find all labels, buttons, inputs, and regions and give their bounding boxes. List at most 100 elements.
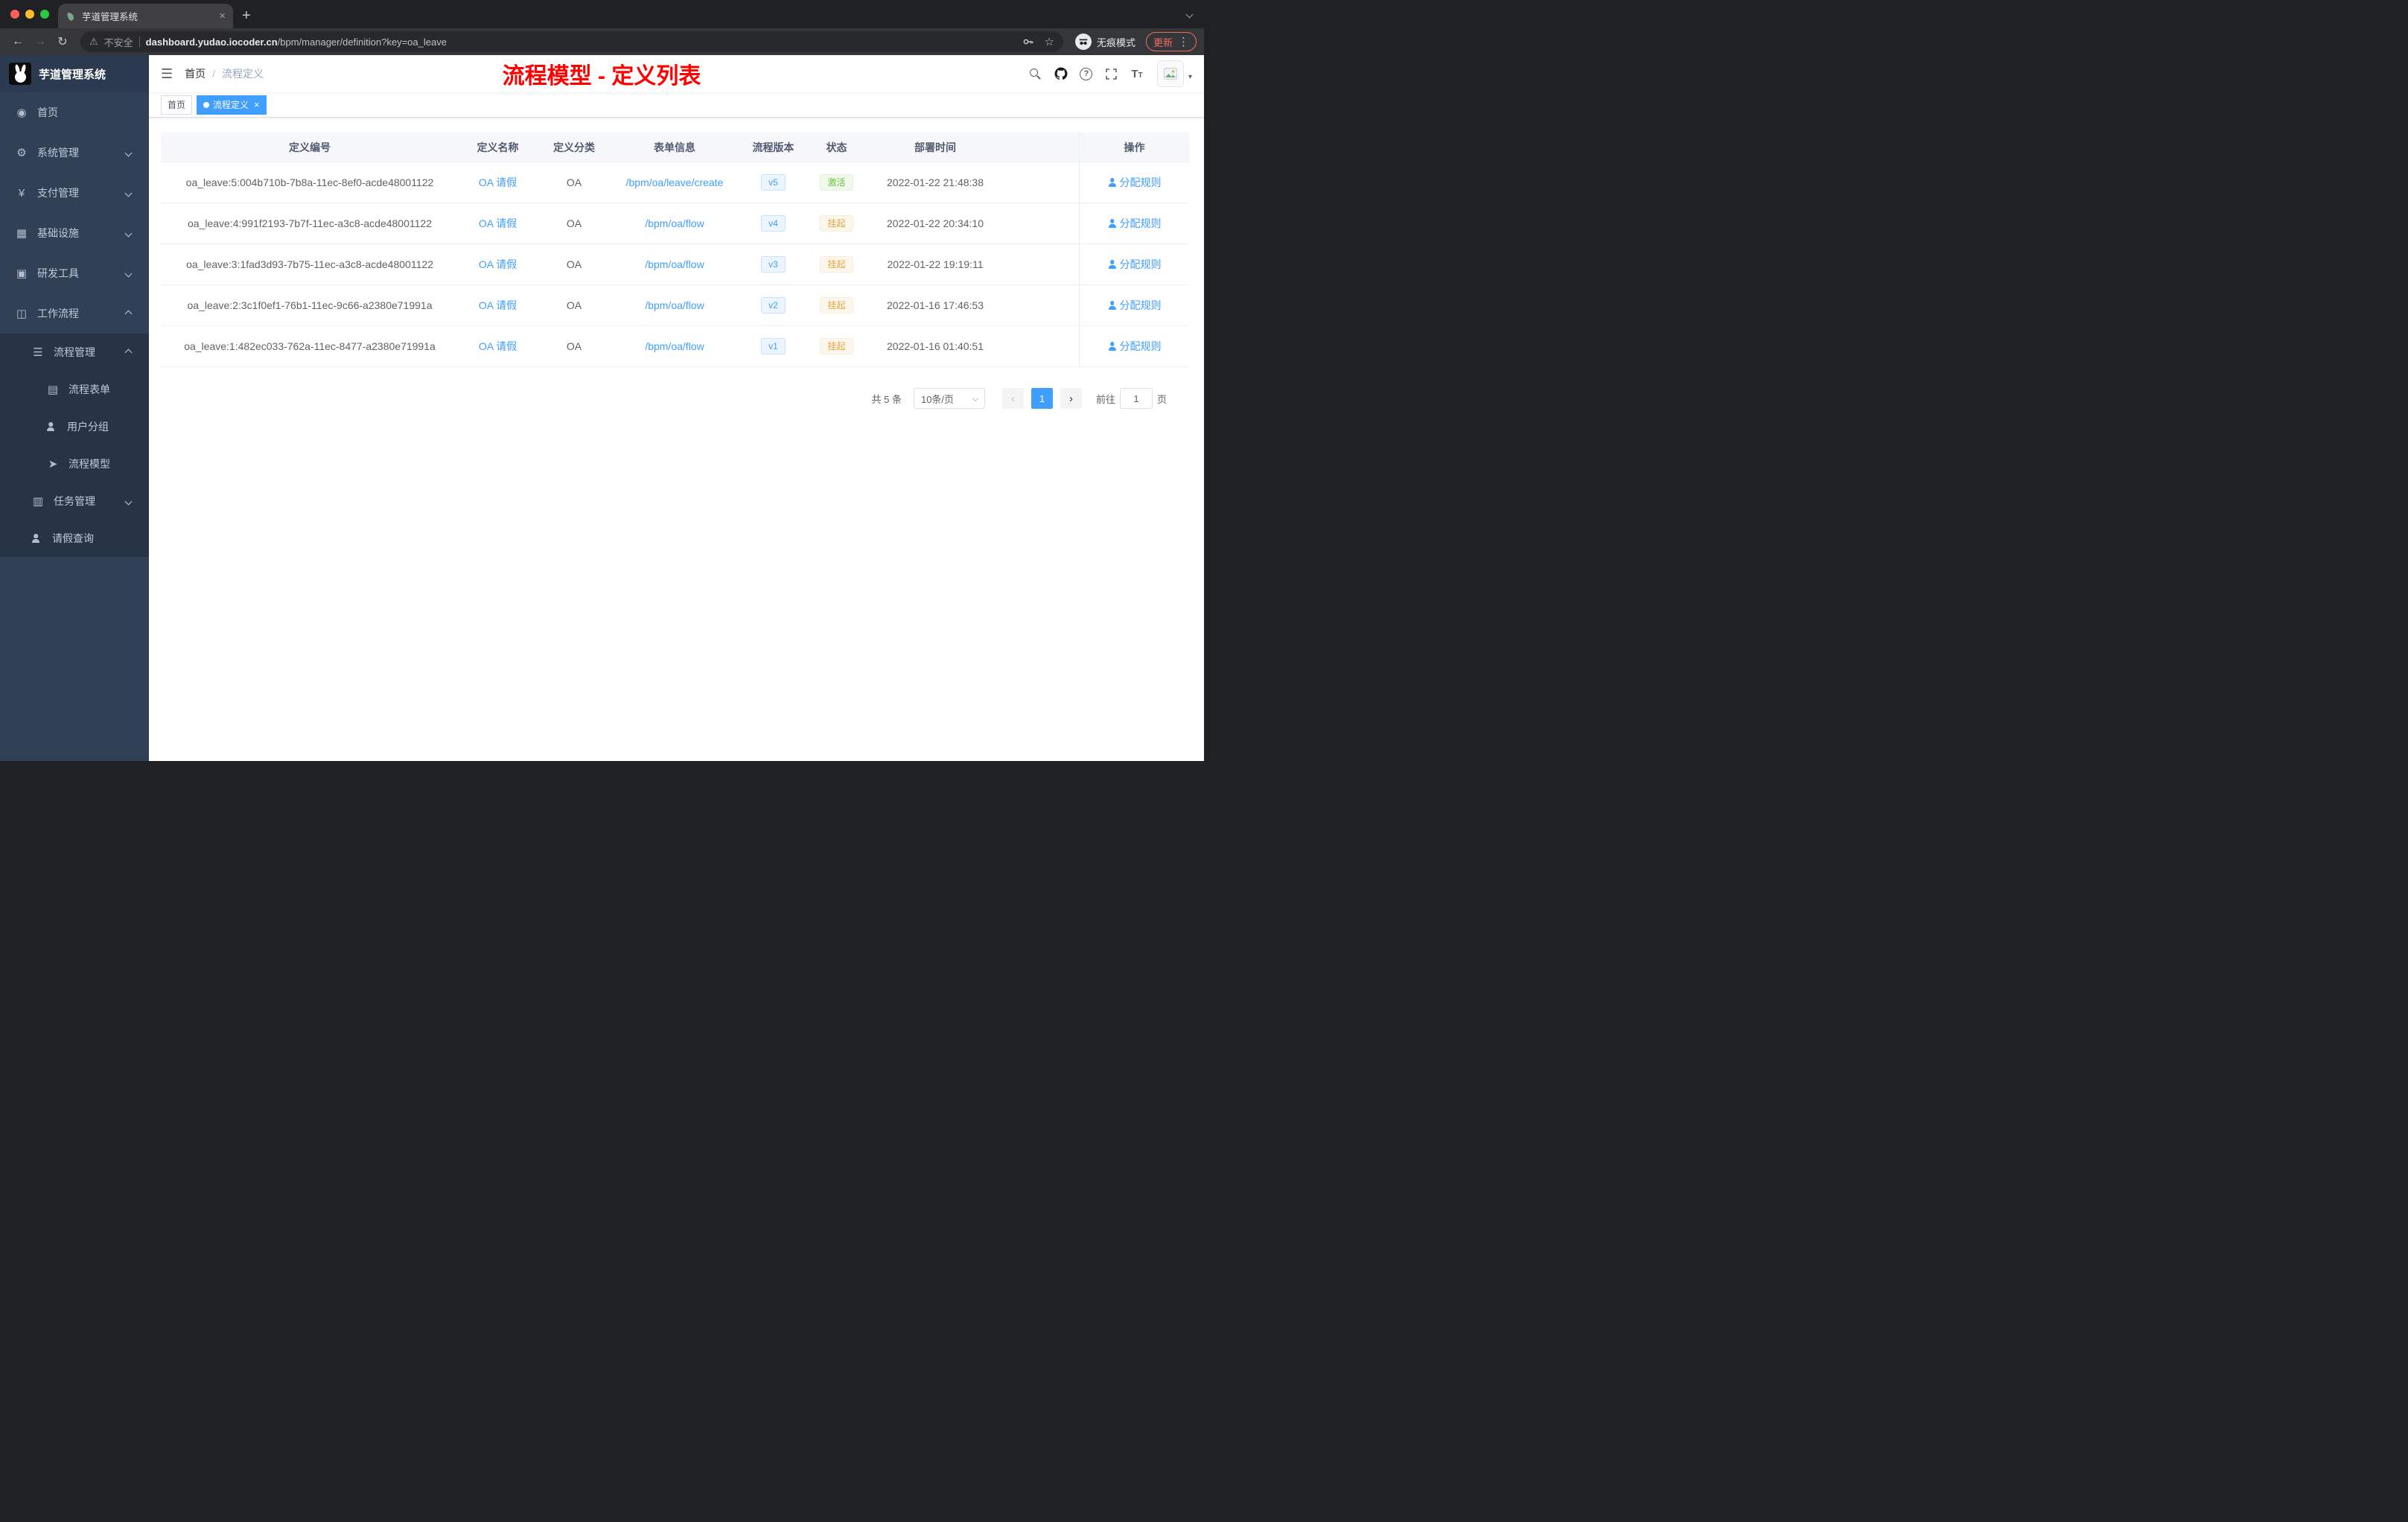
sidebar-item-基础设施[interactable]: ▦ 基础设施 <box>0 213 149 253</box>
assign-rule-link[interactable]: 分配规则 <box>1108 339 1162 354</box>
url-text: dashboard.yudao.iocoder.cn/bpm/manager/d… <box>145 36 447 48</box>
avatar[interactable] <box>1156 60 1184 87</box>
tag-close-icon[interactable]: × <box>254 99 260 110</box>
help-button[interactable]: ? <box>1075 62 1098 86</box>
breadcrumb-home[interactable]: 首页 <box>185 66 206 81</box>
tab-search-button[interactable] <box>1185 7 1194 19</box>
back-button[interactable]: ← <box>7 31 28 52</box>
user-icon <box>1108 178 1117 187</box>
assign-rule-link[interactable]: 分配规则 <box>1108 216 1162 231</box>
view-tag[interactable]: 首页 <box>161 95 193 115</box>
col-category: 定义分类 <box>553 141 595 153</box>
infra-icon: ▦ <box>16 227 28 240</box>
question-icon: ? <box>1080 67 1093 80</box>
avatar-caret-icon[interactable]: ▾ <box>1188 73 1192 81</box>
tab-strip: 芋道管理系统 × + <box>0 0 1204 28</box>
update-label: 更新 <box>1153 36 1173 48</box>
col-action: 操作 <box>1079 133 1189 162</box>
sidebar-item-用户分组[interactable]: 用户分组 <box>0 408 149 445</box>
cell-deploy-time: 2022-01-16 17:46:53 <box>887 299 984 311</box>
cell-action: 分配规则 <box>1079 326 1189 366</box>
definition-name-link[interactable]: OA 请假 <box>479 339 517 354</box>
sidebar-item-流程管理[interactable]: ☰ 流程管理 <box>0 334 149 371</box>
sidebar-item-首页[interactable]: ◉ 首页 <box>0 92 149 133</box>
user-icon <box>1108 260 1117 269</box>
page-number-button[interactable]: 1 <box>1031 388 1053 409</box>
sidebar-item-系统管理[interactable]: ⚙ 系统管理 <box>0 133 149 173</box>
cell-action: 分配规则 <box>1079 244 1189 284</box>
definition-name-link[interactable]: OA 请假 <box>479 298 517 313</box>
prev-page-button[interactable]: ‹ <box>1001 388 1024 409</box>
assign-rule-link[interactable]: 分配规则 <box>1108 298 1162 313</box>
next-page-button[interactable]: › <box>1060 388 1082 409</box>
model-icon: ➤ <box>48 458 58 471</box>
page-content: 定义编号 定义名称 定义分类 表单信息 流程版本 状态 部署时间 操作 oa_l… <box>149 118 1204 761</box>
minimize-window-button[interactable] <box>25 10 34 19</box>
version-badge: v4 <box>761 215 786 232</box>
chevron-down-icon <box>124 497 133 505</box>
security-label[interactable]: 不安全 <box>104 35 133 49</box>
cell-definition-id: oa_leave:2:3c1f0ef1-76b1-11ec-9c66-a2380… <box>187 299 433 311</box>
form-info-link[interactable]: /bpm/oa/flow <box>645 217 704 229</box>
cell-action: 分配规则 <box>1079 285 1189 325</box>
browser-window: 芋道管理系统 × + ← → ↻ ⚠ 不安全 dashboard.yudao.i… <box>0 0 1204 761</box>
page-size-select[interactable]: 10条/页 <box>913 388 985 409</box>
chevron-up-icon <box>124 348 133 356</box>
assign-rule-link[interactable]: 分配规则 <box>1108 175 1162 190</box>
tab-title: 芋道管理系统 <box>82 12 138 22</box>
password-key-icon[interactable] <box>1022 36 1034 48</box>
user-icon <box>1108 301 1117 310</box>
fullscreen-button[interactable] <box>1101 62 1123 86</box>
definition-name-link[interactable]: OA 请假 <box>479 175 517 190</box>
sidebar-item-请假查询[interactable]: 请假查询 <box>0 520 149 557</box>
sidebar-item-支付管理[interactable]: ¥ 支付管理 <box>0 173 149 213</box>
view-tag[interactable]: 流程定义 × <box>197 95 267 115</box>
chevron-down-icon <box>972 395 979 402</box>
bookmark-star-icon[interactable]: ☆ <box>1045 35 1054 48</box>
chevron-down-icon <box>124 189 133 197</box>
cell-category: OA <box>566 258 582 270</box>
chevron-up-icon <box>124 310 133 317</box>
sidebar-item-任务管理[interactable]: ▥ 任务管理 <box>0 483 149 520</box>
sidebar-toggle-icon[interactable]: ☰ <box>149 66 185 82</box>
person-icon <box>46 422 55 431</box>
col-status: 状态 <box>826 141 847 153</box>
reload-button[interactable]: ↻ <box>52 31 73 52</box>
browser-tab[interactable]: 芋道管理系统 × <box>58 4 233 28</box>
forward-button[interactable]: → <box>30 31 51 52</box>
browser-update-button[interactable]: 更新 ⋮ <box>1145 32 1197 51</box>
search-icon <box>1030 68 1041 80</box>
status-badge: 激活 <box>820 174 853 191</box>
sidebar-logo[interactable]: 芋道管理系统 <box>0 55 149 92</box>
table-row: oa_leave:5:004b710b-7b8a-11ec-8ef0-acde4… <box>161 162 1189 203</box>
github-icon <box>1054 67 1068 80</box>
sidebar-item-工作流程[interactable]: ◫ 工作流程 <box>0 293 149 334</box>
form-info-link[interactable]: /bpm/oa/flow <box>645 340 704 352</box>
definition-name-link[interactable]: OA 请假 <box>479 257 517 272</box>
cell-deploy-time: 2022-01-22 20:34:10 <box>887 217 984 229</box>
font-size-icon <box>1131 69 1142 80</box>
close-window-button[interactable] <box>10 10 19 19</box>
sidebar-item-研发工具[interactable]: ▣ 研发工具 <box>0 253 149 293</box>
new-tab-button[interactable]: + <box>242 8 251 23</box>
status-badge: 挂起 <box>820 297 853 313</box>
yen-icon: ¥ <box>18 186 25 200</box>
goto-page-input[interactable] <box>1119 388 1153 409</box>
form-info-link[interactable]: /bpm/oa/flow <box>645 299 704 311</box>
font-size-button[interactable] <box>1126 62 1148 86</box>
definition-name-link[interactable]: OA 请假 <box>479 216 517 231</box>
assign-rule-link[interactable]: 分配规则 <box>1108 257 1162 272</box>
zoom-window-button[interactable] <box>40 10 49 19</box>
cell-definition-id: oa_leave:3:1fad3d93-7b75-11ec-a3c8-acde4… <box>186 258 433 270</box>
sidebar-item-流程模型[interactable]: ➤ 流程模型 <box>0 445 149 483</box>
tags-bar: 首页 流程定义 × <box>149 92 1204 118</box>
chevron-down-icon <box>1185 10 1194 19</box>
col-deploy-time: 部署时间 <box>914 141 956 153</box>
address-bar[interactable]: ⚠ 不安全 dashboard.yudao.iocoder.cn/bpm/man… <box>80 31 1063 52</box>
form-info-link[interactable]: /bpm/oa/flow <box>645 258 704 270</box>
github-button[interactable] <box>1050 62 1072 86</box>
tab-close-icon[interactable]: × <box>219 10 226 22</box>
form-info-link[interactable]: /bpm/oa/leave/create <box>626 176 724 188</box>
sidebar-item-流程表单[interactable]: ▤ 流程表单 <box>0 371 149 408</box>
search-button[interactable] <box>1025 62 1047 86</box>
